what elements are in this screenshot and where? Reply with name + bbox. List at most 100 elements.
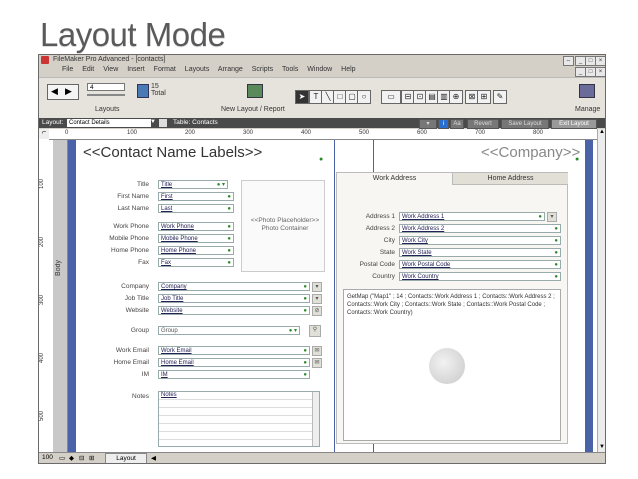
last-name-field[interactable]: Last ●: [158, 204, 234, 213]
wrench-tool-icon[interactable]: ✎: [493, 90, 507, 104]
ruler-corner-icon[interactable]: ⌐: [39, 129, 49, 139]
menu-scripts[interactable]: Scripts: [252, 66, 273, 73]
address2-field[interactable]: Work Address 2 ●: [399, 224, 561, 233]
job-title-field[interactable]: Job Title ●: [158, 294, 310, 303]
menu-help[interactable]: Help: [341, 66, 355, 73]
layout-select[interactable]: Contact Details: [67, 119, 151, 127]
home-email-field[interactable]: Home Email ●: [158, 358, 310, 367]
pointer-tool-icon[interactable]: ➤: [295, 90, 309, 104]
work-email-field[interactable]: Work Email ●: [158, 346, 310, 355]
toggle-toolbar-icon[interactable]: ⊞: [89, 454, 94, 462]
dropdown-icon[interactable]: ▾: [547, 212, 557, 222]
scroll-down-icon[interactable]: ▼: [598, 444, 605, 452]
notes-field[interactable]: Notes: [158, 391, 320, 447]
new-layout-label[interactable]: New Layout / Report: [221, 106, 285, 113]
getmap-formula: GetMap ("Map1" ; 14 ; Contacts::Work Add…: [347, 294, 555, 316]
revert-button[interactable]: Revert: [467, 119, 499, 129]
zoom-in-icon[interactable]: ◆: [69, 454, 74, 462]
last-name-label: Last Name: [117, 205, 149, 212]
tab-work-address[interactable]: Work Address: [337, 173, 452, 185]
guide-line: [334, 140, 335, 452]
country-field[interactable]: Work Country ●: [399, 272, 561, 281]
body-part-label: Body: [55, 260, 62, 276]
group-search-icon[interactable]: ⚲: [309, 325, 321, 337]
menu-arrange[interactable]: Arrange: [218, 66, 243, 73]
globe-icon: [429, 348, 465, 384]
next-arrow-icon[interactable]: ▶: [65, 86, 72, 97]
theme-button[interactable]: ▾: [419, 119, 437, 129]
status-toolbar: ◀ ▶ 4 15 Total Layouts New Layout / Repo…: [39, 77, 605, 119]
home-phone-field[interactable]: Home Phone ●: [158, 246, 234, 255]
company-field[interactable]: Company ●: [158, 282, 310, 291]
new-layout-icon[interactable]: [247, 84, 263, 98]
manage-icon[interactable]: [579, 84, 595, 98]
menu-format[interactable]: Format: [154, 66, 176, 73]
scroll-left-icon[interactable]: ◀: [151, 454, 156, 462]
first-name-field[interactable]: First ●: [158, 192, 234, 201]
menu-tools[interactable]: Tools: [282, 66, 298, 73]
body-part-tab[interactable]: Body: [53, 140, 68, 452]
layout-bar: Layout: Contact Details ▼ Table: Contact…: [39, 118, 605, 129]
layout-navigator[interactable]: ◀ ▶: [47, 84, 79, 100]
menu-edit[interactable]: Edit: [82, 66, 94, 73]
im-field[interactable]: IM ●: [158, 370, 310, 379]
menu-file[interactable]: File: [62, 66, 73, 73]
state-field[interactable]: Work State ●: [399, 248, 561, 257]
doc-close-button[interactable]: ×: [595, 67, 605, 77]
zoom-out-icon[interactable]: ▭: [59, 454, 65, 462]
oval-tool-icon[interactable]: ○: [357, 90, 371, 104]
website-field[interactable]: Website ●: [158, 306, 310, 315]
address1-field[interactable]: Work Address 1 ●: [399, 212, 545, 221]
menu-window[interactable]: Window: [307, 66, 332, 73]
menu-layouts[interactable]: Layouts: [185, 66, 210, 73]
dropdown-icon[interactable]: ▾: [312, 282, 322, 292]
mobile-phone-field[interactable]: Mobile Phone ●: [158, 234, 234, 243]
job-title-label: Job Title: [124, 295, 149, 302]
vertical-scrollbar[interactable]: ▲ ▼: [597, 129, 605, 452]
field-tool-icon[interactable]: ▭: [381, 90, 401, 104]
ruler-tick: 400: [39, 353, 45, 364]
email-icon[interactable]: ✉: [312, 358, 322, 368]
work-email-label: Work Email: [115, 347, 149, 354]
email-icon[interactable]: ✉: [312, 346, 322, 356]
table-label: Table: Contacts: [173, 119, 218, 126]
contact-name-merge-field[interactable]: <<Contact Name Labels>>: [83, 144, 262, 161]
chevron-down-icon[interactable]: ▼: [150, 119, 156, 125]
fax-field[interactable]: Fax ●: [158, 258, 234, 267]
address-tab-control: Work Address Home Address Address 1 Work…: [336, 172, 568, 444]
close-button[interactable]: ×: [595, 56, 605, 66]
zoom-level[interactable]: 100: [42, 454, 53, 461]
manage-label[interactable]: Manage: [575, 106, 600, 113]
photo-container[interactable]: <<Photo Placeholder>> Photo Container: [241, 180, 325, 272]
layout-slider[interactable]: [87, 94, 125, 96]
dropdown-icon[interactable]: ▾: [312, 294, 322, 304]
postal-code-field[interactable]: Work Postal Code ●: [399, 260, 561, 269]
toggle-status-icon[interactable]: ⊟: [79, 454, 84, 462]
photo-placeholder-text: <<Photo Placeholder>>: [250, 217, 320, 224]
info-icon[interactable]: i: [438, 119, 449, 129]
group-field[interactable]: Group ● ▾: [158, 326, 300, 335]
map-web-viewer[interactable]: GetMap ("Map1" ; 14 ; Contacts::Work Add…: [343, 289, 561, 441]
mode-popup[interactable]: Layout: [105, 453, 147, 463]
title-field[interactable]: Title ● ▾: [158, 180, 228, 189]
ruler-tick: 700: [475, 130, 486, 136]
aa-button[interactable]: Aa: [450, 119, 464, 129]
web-viewer-tool-icon[interactable]: ⊕: [449, 90, 463, 104]
tab-home-address[interactable]: Home Address: [452, 173, 568, 185]
company-merge-field[interactable]: <<Company>>: [481, 144, 580, 161]
web-button-icon[interactable]: ⊘: [312, 306, 322, 316]
notes-scrollbar[interactable]: [312, 392, 319, 446]
layout-number-field[interactable]: 4: [87, 83, 125, 91]
prev-arrow-icon[interactable]: ◀: [51, 86, 58, 97]
edit-layout-icon[interactable]: [159, 119, 167, 127]
restore-mini-icon[interactable]: ⇔: [563, 56, 574, 66]
menu-insert[interactable]: Insert: [127, 66, 145, 73]
menu-view[interactable]: View: [103, 66, 118, 73]
city-field[interactable]: Work City ●: [399, 236, 561, 245]
work-phone-field[interactable]: Work Phone ●: [158, 222, 234, 231]
scroll-up-icon[interactable]: ▲: [598, 129, 605, 137]
format-painter-tool-icon[interactable]: ⊞: [477, 90, 491, 104]
save-layout-button[interactable]: Save Layout: [501, 119, 549, 129]
exit-layout-button[interactable]: Exit Layout: [551, 119, 597, 129]
layout-canvas[interactable]: Body <<Contact Name Labels>> ● <<Company…: [49, 140, 597, 452]
